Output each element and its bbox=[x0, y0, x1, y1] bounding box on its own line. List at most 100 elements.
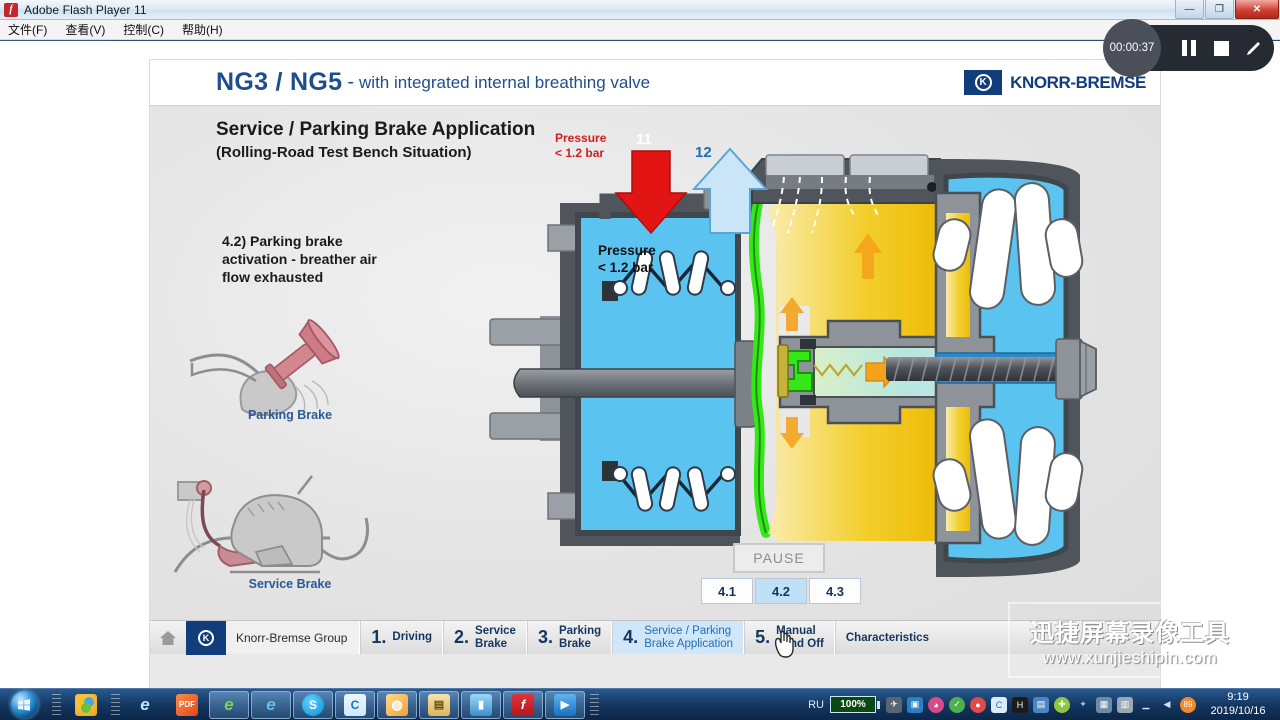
taskbar-icon-wechat[interactable]: ◍ bbox=[377, 690, 417, 719]
nav-item-driving[interactable]: 1. Driving bbox=[360, 621, 444, 654]
pause-button[interactable]: PAUSE bbox=[733, 543, 825, 573]
battery-cap-icon bbox=[877, 700, 880, 709]
browser-green-icon: e bbox=[224, 694, 234, 714]
tray-icon-shield[interactable]: ✓ bbox=[949, 696, 965, 713]
taskbar-grip-3[interactable] bbox=[590, 693, 599, 716]
recorder-watermark: 迅捷屏幕录像工具 www.xunjieshipin.com bbox=[1008, 602, 1252, 678]
sub-tab-4-3[interactable]: 4.3 bbox=[809, 578, 861, 604]
window-title: Adobe Flash Player 11 bbox=[24, 2, 147, 17]
port-12-label: 12 bbox=[695, 144, 712, 161]
watermark-chinese: 迅捷屏幕录像工具 bbox=[1030, 618, 1230, 647]
ie-icon: e bbox=[140, 694, 150, 714]
menu-item-control[interactable]: 控制(C) bbox=[123, 21, 164, 38]
minimize-button[interactable]: — bbox=[1175, 0, 1204, 19]
pressure-red-line1: Pressure bbox=[555, 131, 607, 145]
nav-item-application-line1: Service / Parking bbox=[644, 624, 732, 637]
menu-item-file[interactable]: 文件(F) bbox=[8, 21, 47, 38]
stop-icon bbox=[1213, 40, 1229, 56]
nav-brand-label: Knorr-Bremse Group bbox=[236, 630, 348, 645]
nav-item-driving-num: 1. bbox=[371, 627, 387, 647]
menu-item-help[interactable]: 帮助(H) bbox=[182, 21, 223, 38]
start-button[interactable] bbox=[0, 690, 48, 720]
tray-battery[interactable]: 100% bbox=[830, 696, 880, 713]
tray-icon-qq[interactable]: ◕ bbox=[928, 696, 944, 713]
nav-item-service-parking-brake-application[interactable]: 4. Service / Parking Brake Application bbox=[612, 621, 745, 654]
pressure-label-red: Pressure < 1.2 bar bbox=[555, 131, 606, 161]
nav-item-characteristics[interactable]: Characteristics bbox=[834, 621, 939, 654]
menu-item-view[interactable]: 查看(V) bbox=[65, 21, 105, 38]
tray-icon-360safe[interactable]: C bbox=[991, 696, 1007, 713]
norton-icon bbox=[78, 696, 94, 713]
nav-brand-mark-letter: K bbox=[198, 629, 214, 646]
nav-item-service-brake-num: 2. bbox=[454, 627, 470, 647]
taskbar-icon-skype[interactable]: S bbox=[293, 690, 333, 719]
browser-blue-icon: e bbox=[266, 694, 276, 714]
screen-recorder-toolbar: 00:00:37 bbox=[1103, 19, 1274, 77]
taskbar-icon-flash[interactable]: f bbox=[503, 690, 543, 719]
pressure-red-line2: < 1.2 bar bbox=[555, 146, 605, 160]
taskbar-grip[interactable] bbox=[52, 693, 61, 716]
tray-icon-clipboard[interactable]: ▥ bbox=[1117, 696, 1133, 713]
service-brake-label: Service Brake bbox=[248, 577, 332, 591]
recorder-taskbar-icon: ▶ bbox=[554, 693, 576, 716]
tray-battery-label: 100% bbox=[840, 699, 866, 710]
menu-bar: 文件(F) 查看(V) 控制(C) 帮助(H) bbox=[0, 20, 1280, 40]
nav-item-service-brake[interactable]: 2. Service Brake bbox=[443, 621, 527, 654]
taskbar-icon-browser1[interactable]: e bbox=[209, 690, 249, 719]
tray-icon-window[interactable]: ▤ bbox=[1033, 696, 1049, 713]
folder-icon: ▤ bbox=[428, 693, 450, 716]
tray-icon-app[interactable]: H bbox=[1012, 696, 1028, 713]
window-titlebar[interactable]: f Adobe Flash Player 11 — ❐ ✕ bbox=[0, 0, 1280, 20]
tray-icon-monitor[interactable]: ▣ bbox=[907, 696, 923, 713]
nav-item-application-num: 4. bbox=[623, 627, 639, 647]
sub-tab-4-1[interactable]: 4.1 bbox=[701, 578, 753, 604]
page-title: Service / Parking Brake Application bbox=[216, 119, 536, 140]
taskbar-icon-pdf[interactable]: PDF bbox=[167, 691, 207, 719]
brake-chamber-cross-section bbox=[489, 147, 1097, 577]
maximize-button[interactable]: ❐ bbox=[1205, 0, 1234, 19]
recorder-timer: 00:00:37 bbox=[1103, 19, 1161, 77]
tray-icon-volume[interactable]: ◀ bbox=[1159, 697, 1175, 713]
nav-item-wind-off-num: 5. bbox=[755, 627, 771, 647]
taskbar-icon-browser2[interactable]: e bbox=[251, 690, 291, 719]
tray-icon-network[interactable]: ▁ bbox=[1138, 697, 1154, 713]
slide-header-subtitle: with integrated internal breathing valve bbox=[359, 72, 651, 92]
tray-language-indicator[interactable]: RU bbox=[808, 699, 824, 711]
slide-header-dash: - bbox=[347, 71, 355, 93]
tray-icon-counter[interactable]: 89 bbox=[1180, 696, 1196, 713]
taskbar-icon-ie[interactable]: e bbox=[125, 691, 165, 719]
system-tray: RU 100% ✈ ▣ ◕ ✓ ● C H ▤ ✚ ✦ ▦ ▥ ▁ ◀ 89 9… bbox=[808, 691, 1280, 719]
sub-tabs: 4.1 4.2 4.3 bbox=[701, 578, 863, 604]
pressure-black-line2: < 1.2 bar bbox=[598, 259, 654, 275]
tray-icon-bluetooth[interactable]: ✦ bbox=[1075, 697, 1091, 713]
taskbar-icon-360[interactable]: C bbox=[335, 690, 375, 719]
recorder-stop-button[interactable] bbox=[1212, 39, 1230, 57]
taskbar-icon-explorer[interactable]: ▤ bbox=[419, 690, 459, 719]
nav-brand[interactable]: K Knorr-Bremse Group bbox=[186, 620, 361, 655]
knorr-bremse-mark-icon: K bbox=[964, 70, 1003, 95]
tray-icon-alert[interactable]: ● bbox=[970, 696, 986, 713]
close-button[interactable]: ✕ bbox=[1235, 0, 1279, 19]
sub-tab-4-2[interactable]: 4.2 bbox=[755, 578, 807, 604]
flash-player-window: f Adobe Flash Player 11 — ❐ ✕ 文件(F) 查看(V… bbox=[0, 0, 1280, 688]
recorder-pencil-button[interactable] bbox=[1244, 39, 1262, 57]
pencil-icon bbox=[1246, 41, 1260, 55]
nav-item-parking-brake-line1: Parking bbox=[558, 624, 602, 637]
home-icon[interactable] bbox=[150, 621, 186, 654]
nav-item-parking-brake[interactable]: 3. Parking Brake bbox=[526, 621, 613, 654]
tray-icon-plus[interactable]: ✚ bbox=[1054, 696, 1070, 713]
taskbar-icon-norton[interactable] bbox=[66, 691, 106, 719]
pressure-label-black: Pressure < 1.2 bar bbox=[598, 243, 656, 277]
port-11-label: 11 bbox=[636, 131, 652, 148]
tray-icon-group: ✈ ▣ ◕ ✓ ● C H ▤ ✚ ✦ ▦ ▥ ▁ ◀ 89 bbox=[886, 696, 1196, 713]
taskbar-icon-tool[interactable]: ▮ bbox=[461, 690, 501, 719]
taskbar-grip-2[interactable] bbox=[111, 693, 120, 716]
recorder-pause-button[interactable] bbox=[1180, 39, 1198, 57]
tool-icon: ▮ bbox=[470, 693, 492, 716]
slide-body: Service / Parking Brake Application (Rol… bbox=[150, 106, 1160, 655]
taskbar-icon-recorder[interactable]: ▶ bbox=[545, 690, 585, 719]
tray-icon-notes[interactable]: ▦ bbox=[1096, 696, 1112, 713]
tray-icon-satellite[interactable]: ✈ bbox=[886, 696, 902, 713]
taskbar-clock[interactable]: 9:19 2019/10/16 bbox=[1202, 691, 1274, 719]
nav-characteristics-label: Characteristics bbox=[845, 631, 929, 644]
